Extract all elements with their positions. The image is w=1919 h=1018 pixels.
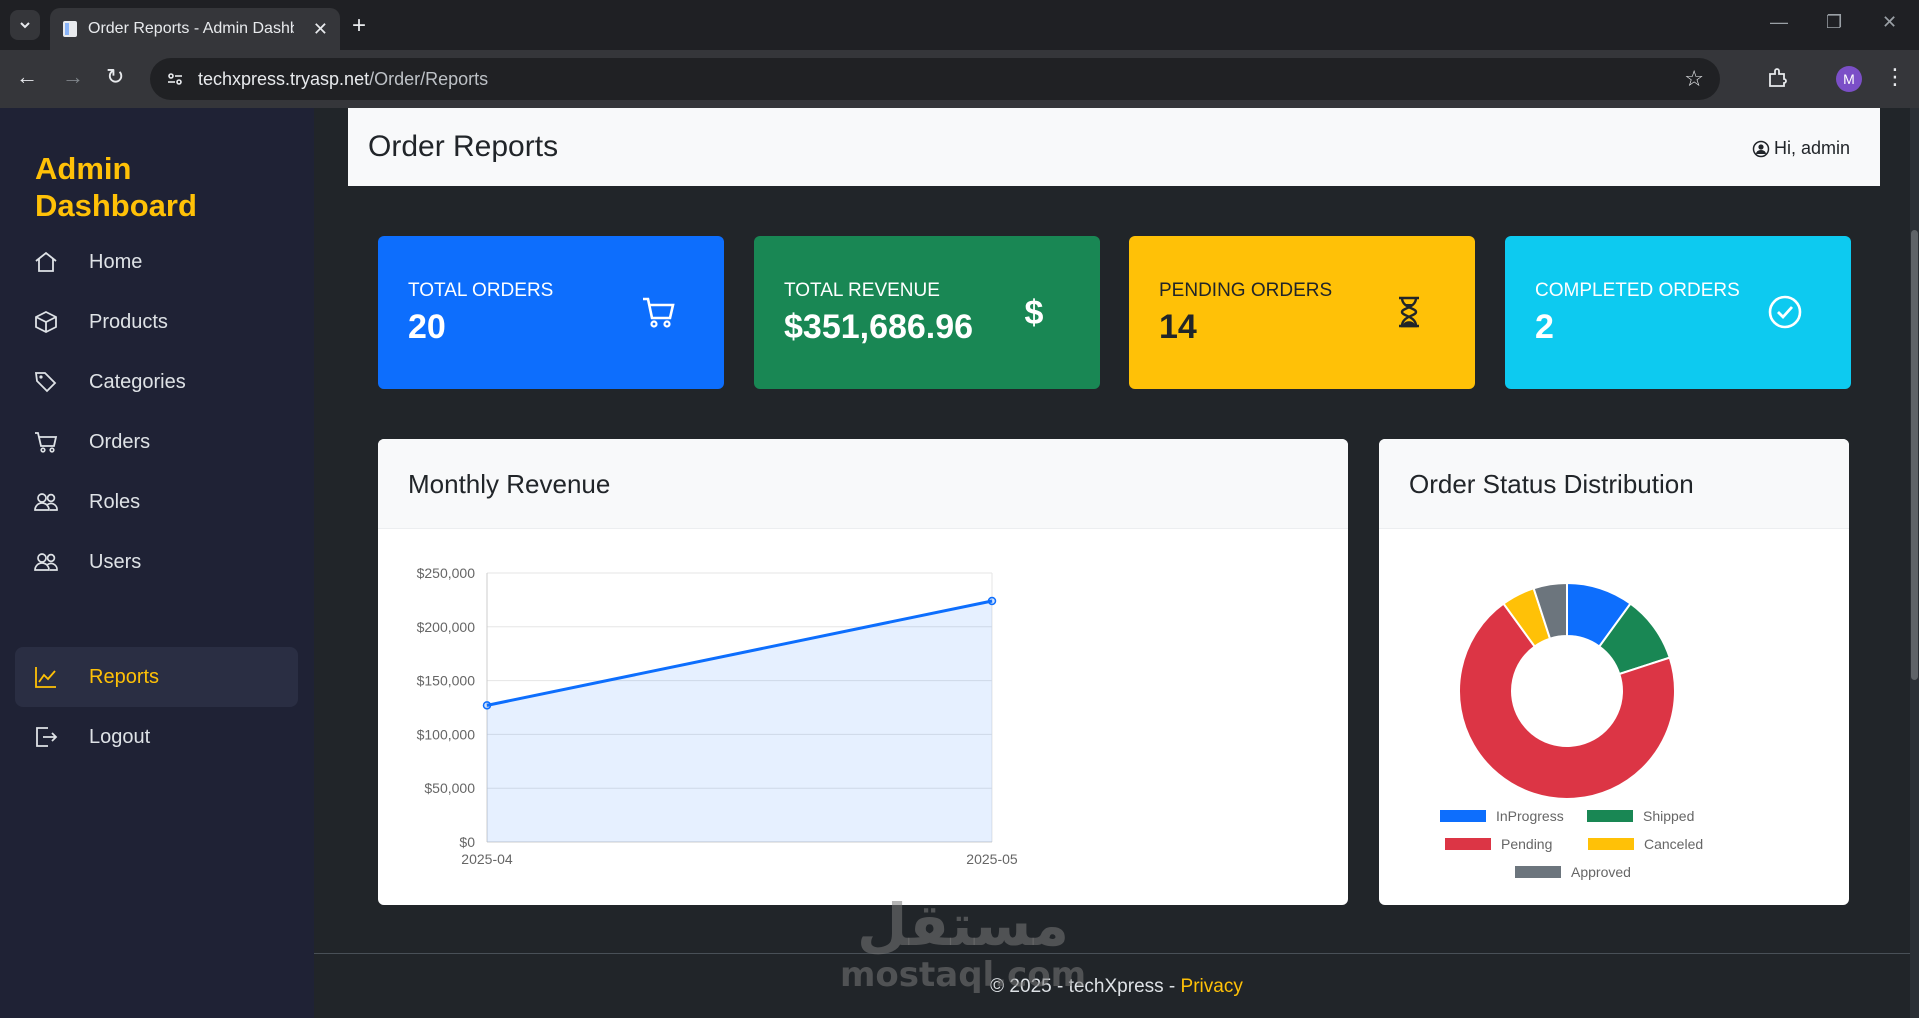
extensions-icon[interactable]	[1766, 66, 1790, 90]
monthly-revenue-card: Monthly Revenue $0 $50,000 $100,000 $150,00…	[378, 439, 1348, 905]
tab-title: Order Reports - Admin Dashboard	[88, 20, 294, 37]
url-text: techxpress.tryasp.net/Order/Reports	[198, 69, 488, 90]
privacy-link[interactable]: Privacy	[1181, 976, 1243, 997]
footer: © 2025 - techXpress - Privacy	[314, 976, 1919, 998]
logout-icon	[36, 727, 58, 747]
x-tick-label: 2025-04	[461, 851, 513, 867]
watermark: مستقل mostaql.com	[840, 895, 1086, 995]
url-host: techxpress.tryasp.net	[198, 68, 370, 89]
y-tick-label: $0	[459, 834, 475, 850]
page-favicon-icon	[63, 21, 77, 37]
x-tick-label: 2025-05	[966, 851, 1018, 867]
restore-icon[interactable]: ❐	[1826, 12, 1842, 33]
legend-label: Shipped	[1643, 808, 1694, 824]
legend-swatch	[1445, 838, 1491, 850]
order-status-card: Order Status Distribution InProgress Ship…	[1379, 439, 1849, 905]
tags-icon	[34, 372, 57, 393]
y-tick-label: $250,000	[417, 565, 476, 581]
watermark-latin: mostaql.com	[840, 955, 1087, 995]
stat-card-total-revenue: TOTAL REVENUE $351,686.96 $	[754, 236, 1100, 389]
stat-card-pending-orders: PENDING ORDERS 14	[1129, 236, 1475, 389]
sidebar-item-label: Reports	[89, 665, 160, 688]
legend-swatch	[1440, 810, 1486, 822]
stat-card-completed-orders: COMPLETED ORDERS 2	[1505, 236, 1851, 389]
sidebar-item-products[interactable]: Products	[15, 292, 298, 352]
site-info-icon[interactable]	[166, 70, 184, 88]
cart-icon	[35, 432, 58, 453]
monthly-revenue-chart: $0 $50,000 $100,000 $150,000 $200,000 $250,00…	[417, 565, 1018, 867]
sidebar-item-label: Roles	[89, 490, 141, 513]
y-tick-label: $150,000	[417, 673, 476, 689]
sidebar: Admin Dashboard Home Products Categories…	[0, 108, 314, 1018]
cart-icon	[643, 297, 675, 328]
people-icon	[34, 493, 58, 511]
legend-swatch	[1588, 838, 1634, 850]
hourglass-icon	[1399, 296, 1419, 328]
legend-label: Approved	[1571, 864, 1631, 880]
legend-swatch	[1587, 810, 1633, 822]
url-path: /Order/Reports	[369, 68, 489, 89]
brand-title[interactable]: Admin Dashboard	[35, 150, 255, 224]
main-content: Order Reports Hi, admin TOTAL ORDERS 20 …	[314, 108, 1919, 1018]
legend-swatch	[1515, 866, 1561, 878]
sidebar-item-categories[interactable]: Categories	[15, 352, 298, 412]
sidebar-item-label: Categories	[89, 370, 186, 393]
legend-label: Canceled	[1644, 836, 1703, 852]
chevron-down-icon	[20, 22, 30, 29]
watermark-arabic: مستقل	[856, 891, 1070, 959]
sidebar-item-reports[interactable]: Reports	[15, 647, 298, 707]
graph-icon	[35, 667, 56, 688]
sidebar-item-label: Orders	[89, 430, 151, 453]
browser-tabbar: Order Reports - Admin Dashboard ✕ + — ❐ …	[0, 0, 1919, 50]
browser-tab[interactable]: Order Reports - Admin Dashboard ✕	[50, 8, 340, 50]
stat-card-total-orders: TOTAL ORDERS 20	[378, 236, 724, 389]
browser-menu-icon[interactable]: ⋮	[1884, 64, 1906, 90]
back-icon[interactable]: ←	[16, 64, 38, 90]
home-icon	[35, 251, 57, 272]
forward-icon[interactable]: →	[62, 64, 84, 90]
sidebar-item-home[interactable]: Home	[15, 232, 298, 292]
svg-text:$: $	[1025, 294, 1044, 330]
box-icon	[35, 310, 57, 334]
sidebar-item-label: Home	[89, 250, 143, 273]
footer-divider	[314, 953, 1919, 954]
user-circle-icon	[1752, 140, 1770, 157]
dollar-icon: $	[1025, 294, 1044, 330]
card-title: Order Status Distribution	[1379, 439, 1849, 529]
sidebar-item-orders[interactable]: Orders	[15, 412, 298, 472]
new-tab-icon[interactable]: +	[352, 12, 366, 40]
data-point	[987, 596, 997, 606]
series-area	[487, 600, 992, 842]
address-bar[interactable]: techxpress.tryasp.net/Order/Reports ☆	[150, 58, 1720, 100]
sidebar-item-label: Logout	[89, 725, 151, 748]
bookmark-star-icon[interactable]: ☆	[1684, 66, 1704, 92]
page-header: Order Reports Hi, admin	[348, 108, 1880, 186]
tab-search-button[interactable]	[10, 10, 40, 40]
y-tick-label: $50,000	[424, 780, 475, 796]
y-tick-label: $100,000	[417, 726, 476, 742]
order-status-chart: InProgress Shipped Pending Canceled Approved	[1440, 581, 1703, 880]
legend-label: InProgress	[1496, 808, 1564, 824]
people-icon	[34, 553, 58, 571]
sidebar-item-roles[interactable]: Roles	[15, 472, 298, 532]
legend-label: Pending	[1501, 836, 1552, 852]
minimize-icon[interactable]: —	[1770, 12, 1788, 33]
page-title: Order Reports	[368, 130, 559, 163]
browser-toolbar: ← → ↻ techxpress.tryasp.net/Order/Report…	[0, 50, 1919, 108]
tab-close-icon[interactable]: ✕	[313, 19, 328, 40]
sidebar-item-logout[interactable]: Logout	[15, 707, 298, 767]
sidebar-item-label: Users	[89, 550, 142, 573]
data-point	[482, 701, 492, 710]
sidebar-item-users[interactable]: Users	[15, 532, 298, 592]
profile-avatar[interactable]: M	[1836, 66, 1862, 92]
reload-icon[interactable]: ↻	[106, 64, 124, 90]
scrollbar-thumb[interactable]	[1911, 230, 1918, 680]
check-circle-icon	[1768, 295, 1802, 329]
close-window-icon[interactable]: ✕	[1882, 12, 1897, 33]
greeting-text: Hi, admin	[1773, 138, 1850, 158]
y-tick-label: $200,000	[417, 619, 476, 635]
user-menu[interactable]: Hi, admin	[1752, 138, 1850, 159]
sidebar-item-label: Products	[89, 310, 168, 333]
card-title: Monthly Revenue	[378, 439, 1348, 529]
